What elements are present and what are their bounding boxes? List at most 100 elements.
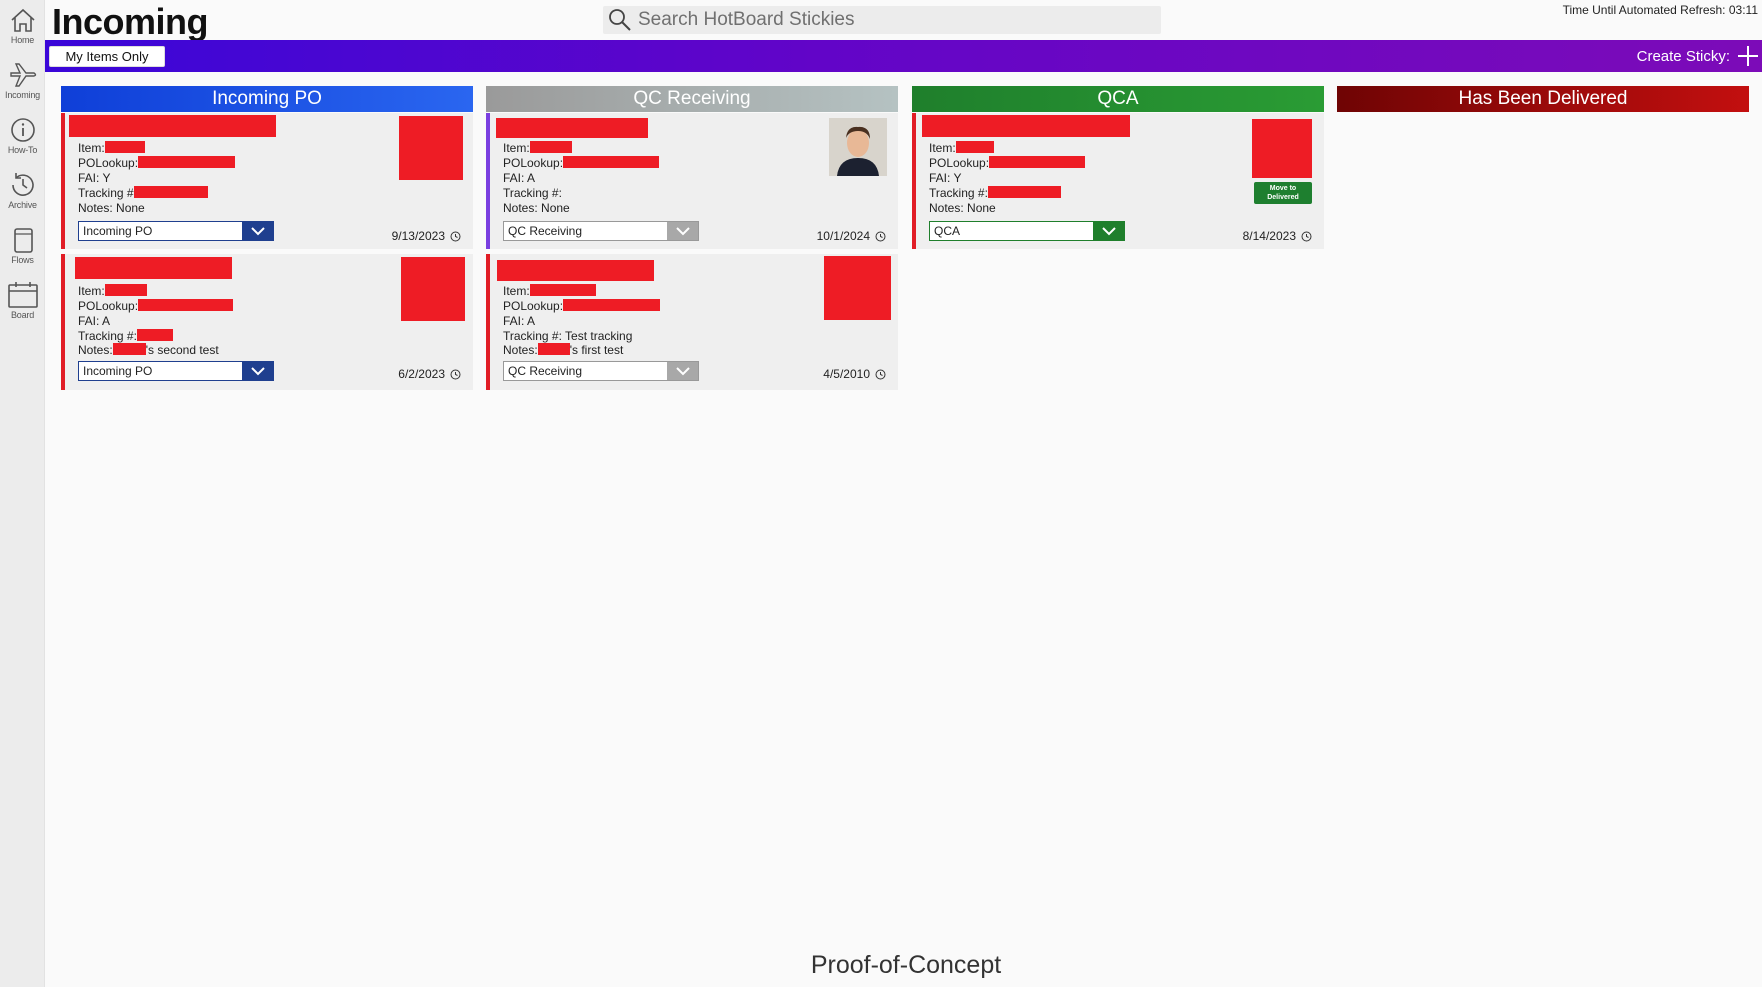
notes-field: Notes: None [929,201,996,215]
notes-field: Notes: None [503,201,570,215]
page-title: Incoming [52,1,209,42]
column-header: Has Been Delivered [1337,86,1749,112]
column-header: QCA [912,86,1324,112]
redacted-image [1252,119,1312,178]
polookup-field: POLookup: [78,299,234,313]
clock-icon [450,231,461,241]
sidebar-item-label: Home [10,35,35,45]
column-has-been-delivered: Has Been Delivered [1337,86,1749,112]
chevron-down-icon [675,227,690,236]
tracking-field: Tracking #: [503,186,562,200]
column-header: Incoming PO [61,86,473,112]
redacted-title [75,257,232,279]
history-icon [11,173,34,196]
notebook-icon [13,228,33,253]
clock-icon [875,231,886,241]
redacted-image [399,116,463,180]
sticky-card[interactable]: Item: POLookup: FAI: A Tracking #: Test … [486,254,898,390]
sidebar-item-home[interactable]: Home [0,0,45,54]
clock-icon [875,369,886,379]
sidebar-item-archive[interactable]: Archive [0,165,45,219]
card-date: 9/13/2023 [392,229,461,243]
sticky-card[interactable]: Item: POLookup: FAI: Y Tracking # Notes:… [61,113,473,249]
create-sticky-button[interactable]: Create Sticky: [1637,43,1760,69]
sidebar-nav: Home Incoming How-To Archive Flows Board [0,0,45,987]
redacted-title [69,115,276,137]
tracking-field: Tracking #: [929,186,1061,200]
card-date: 4/5/2010 [823,367,886,381]
plus-icon [1738,46,1758,66]
notes-field: Notes:'s first test [503,343,624,357]
fai-field: FAI: A [503,171,536,185]
polookup-field: POLookup: [503,299,661,313]
column-qca: QCA Move to Delivered Item: POLookup: FA… [912,86,1324,249]
card-date: 8/14/2023 [1243,229,1312,243]
status-dropdown[interactable]: QC Receiving [503,221,699,241]
chevron-down-icon [675,367,690,376]
search-input[interactable] [638,9,1138,31]
create-sticky-label: Create Sticky: [1636,47,1730,65]
sidebar-item-flows[interactable]: Flows [0,220,45,274]
item-field: Item: [929,141,994,155]
item-field: Item: [503,284,596,298]
move-to-delivered-button[interactable]: Move to Delivered [1254,182,1312,204]
footer-text: Proof-of-Concept [810,951,1002,979]
sidebar-item-label: How-To [7,145,38,155]
avatar [829,118,887,176]
tracking-field: Tracking #: Test tracking [503,329,633,343]
polookup-field: POLookup: [78,156,236,170]
item-field: Item: [503,141,572,155]
column-incoming-po: Incoming PO Item: POLookup: FAI: Y Track… [61,86,473,390]
fai-field: FAI: Y [78,171,111,185]
fai-field: FAI: Y [929,171,962,185]
polookup-field: POLookup: [929,156,1086,170]
sticky-card[interactable]: Move to Delivered Item: POLookup: FAI: Y… [912,113,1324,249]
toolbar: My Items Only Create Sticky: [45,40,1762,72]
sidebar-item-label: Incoming [5,90,40,100]
my-items-only-button[interactable]: My Items Only [49,46,165,67]
person-photo [829,118,887,176]
chevron-down-icon [1101,227,1116,236]
card-date: 6/2/2023 [398,367,461,381]
search-bar [603,6,1161,34]
card-date: 10/1/2024 [817,229,886,243]
refresh-timer: Time Until Automated Refresh: 03:11 [1562,3,1758,17]
notes-field: Notes:'s second test [78,343,219,357]
sidebar-item-how-to[interactable]: How-To [0,110,45,164]
status-dropdown[interactable]: Incoming PO [78,361,274,381]
clock-icon [450,369,461,379]
sidebar-item-incoming[interactable]: Incoming [0,55,45,109]
status-dropdown[interactable]: QC Receiving [503,361,699,381]
status-dropdown[interactable]: Incoming PO [78,221,274,241]
search-icon [609,9,631,31]
redacted-title [496,118,648,138]
tracking-field: Tracking # [78,186,208,200]
notes-field: Notes: None [78,201,145,215]
fai-field: FAI: A [503,314,536,328]
sidebar-item-label: Flows [11,255,34,265]
clock-icon [1301,231,1312,241]
home-icon [10,8,35,32]
column-header: QC Receiving [486,86,898,112]
sidebar-item-label: Board [10,310,35,320]
redacted-image [401,257,465,321]
chevron-down-icon [250,367,265,376]
item-field: Item: [78,141,145,155]
tracking-field: Tracking #: [78,329,173,343]
fai-field: FAI: A [78,314,111,328]
sticky-card[interactable]: Item: POLookup: FAI: A Tracking #: Notes… [486,113,898,249]
sidebar-item-label: Archive [8,200,37,210]
calendar-icon [7,282,38,308]
sidebar-item-board[interactable]: Board [0,275,45,329]
polookup-field: POLookup: [503,156,660,170]
redacted-title [922,115,1130,137]
airplane-icon [9,63,36,87]
status-dropdown[interactable]: QCA [929,221,1125,241]
info-icon [10,118,35,142]
chevron-down-icon [250,227,265,236]
column-qc-receiving: QC Receiving Item: POLookup: FAI: A Trac… [486,86,898,390]
redacted-image [824,256,891,320]
sticky-card[interactable]: Item: POLookup: FAI: A Tracking #: Notes… [61,254,473,390]
redacted-title [497,260,654,281]
item-field: Item: [78,284,147,298]
